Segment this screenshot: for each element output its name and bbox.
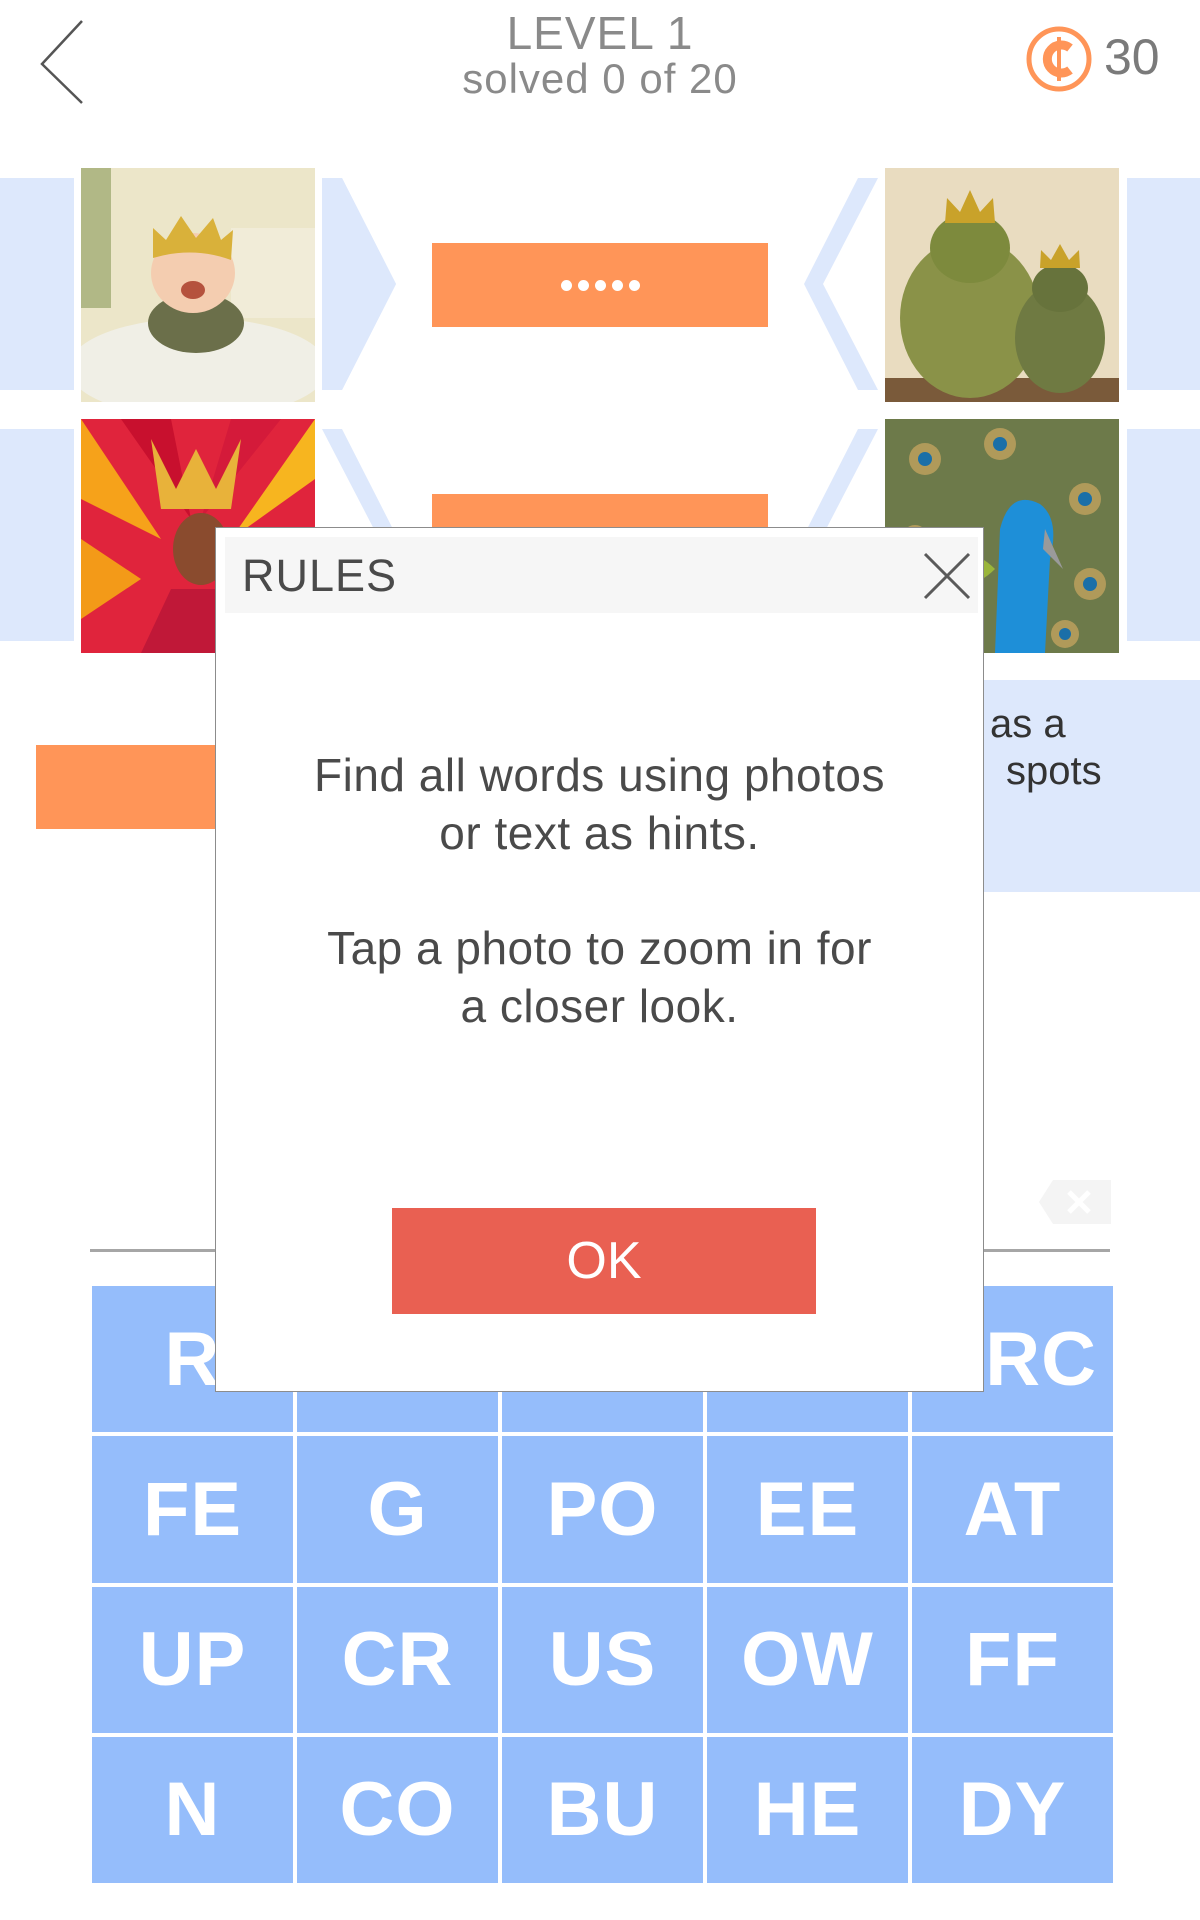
side-panel-right-2 <box>1127 429 1200 641</box>
coin-count: 30 <box>1104 29 1160 85</box>
key[interactable]: CR <box>297 1586 498 1733</box>
side-panel-left-1 <box>0 178 74 390</box>
masked-letter-dot <box>577 279 589 291</box>
key[interactable]: PO <box>502 1436 703 1583</box>
backspace-icon[interactable] <box>1039 1180 1111 1224</box>
key[interactable]: EE <box>707 1436 908 1583</box>
level-title: LEVEL 1 <box>506 7 694 59</box>
key[interactable]: HE <box>707 1736 908 1883</box>
masked-letter-dot <box>594 279 606 291</box>
rules-text-line: Tap a photo to zoom in for <box>327 922 872 974</box>
key[interactable]: CO <box>297 1736 498 1883</box>
rules-text-line: or text as hints. <box>439 807 760 859</box>
level-progress: solved 0 of 20 <box>462 55 738 102</box>
side-panel-left-2 <box>0 429 74 641</box>
arrow-left-shape <box>804 178 878 390</box>
side-panel-right-1 <box>1127 178 1200 390</box>
chevron-left-icon <box>40 20 83 104</box>
key[interactable]: FE <box>92 1436 293 1583</box>
rules-text-line: a closer look. <box>460 980 739 1032</box>
answer-slot-1[interactable] <box>432 243 768 327</box>
rules-paragraph-1: Find all words using photos or text as h… <box>216 746 983 862</box>
masked-letter-dot <box>560 279 572 291</box>
key[interactable]: N <box>92 1736 293 1883</box>
coin-icon <box>1026 26 1092 92</box>
dialog-header: RULES <box>225 537 978 613</box>
text-hint-panel: as a spots <box>984 680 1200 892</box>
key[interactable]: US <box>502 1586 703 1733</box>
rules-dialog: RULES Find all words using photos or tex… <box>215 527 984 1392</box>
key[interactable]: AT <box>912 1436 1113 1583</box>
rules-paragraph-2: Tap a photo to zoom in for a closer look… <box>216 919 983 1035</box>
key[interactable]: FF <box>912 1586 1113 1733</box>
photo-frogs[interactable] <box>885 168 1119 402</box>
arrow-right-shape <box>322 178 396 390</box>
close-icon[interactable] <box>922 551 972 601</box>
text-hint-line-2: spots <box>1006 749 1102 793</box>
key[interactable]: BU <box>502 1736 703 1883</box>
key[interactable]: UP <box>92 1586 293 1733</box>
text-hint-line-1: as a <box>990 702 1066 746</box>
photo-baby[interactable] <box>81 168 315 402</box>
back-button[interactable] <box>30 14 94 110</box>
rules-text-line: Find all words using photos <box>314 749 885 801</box>
key[interactable]: G <box>297 1436 498 1583</box>
ok-button[interactable]: OK <box>392 1208 816 1314</box>
dialog-title: RULES <box>242 550 398 601</box>
key[interactable]: OW <box>707 1586 908 1733</box>
key[interactable]: DY <box>912 1736 1113 1883</box>
masked-letter-dot <box>611 279 623 291</box>
masked-letter-dot <box>628 279 640 291</box>
